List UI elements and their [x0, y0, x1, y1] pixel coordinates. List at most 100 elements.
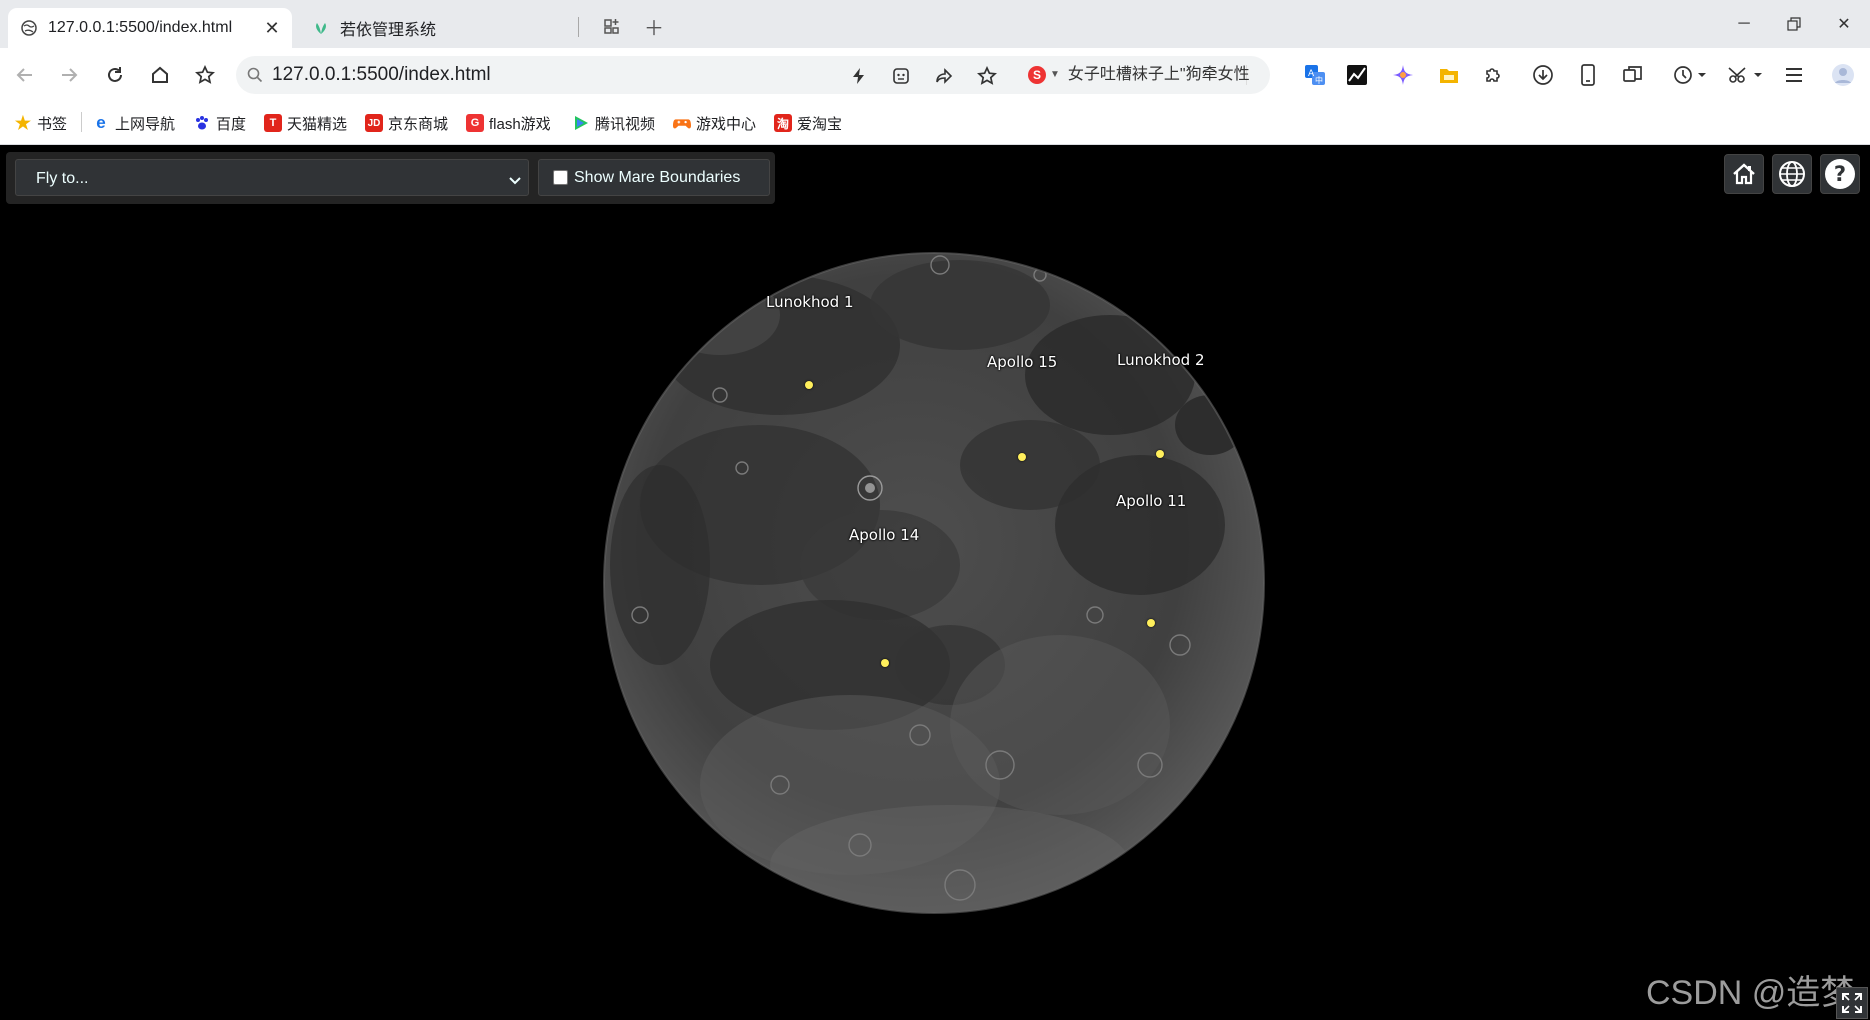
back-icon[interactable] [10, 60, 40, 90]
cesium-viewer[interactable]: Lunokhod 1 Apollo 15 Lunokhod 2 Apollo 11 Ap… [0, 145, 1870, 1020]
sogou-logo-icon: S [1028, 66, 1046, 84]
lightning-icon[interactable] [848, 65, 870, 87]
landing-site-marker[interactable] [1147, 619, 1155, 627]
bookmark-item[interactable]: 百度 [193, 111, 246, 135]
landing-site-label[interactable]: Apollo 11 [1116, 492, 1186, 510]
restore-icon[interactable] [1774, 8, 1814, 40]
tab-ruoyi[interactable]: 若依管理系统 [300, 8, 580, 48]
landing-site-marker[interactable] [1018, 453, 1026, 461]
svg-text:中: 中 [1315, 75, 1323, 85]
address-bar[interactable]: 127.0.0.1:5500/index.html S ▼ 女子吐槽袜子上"狗牵… [236, 56, 1270, 94]
download-icon[interactable] [1530, 62, 1556, 88]
forward-icon[interactable] [54, 60, 84, 90]
bookmark-label: 上网导航 [115, 115, 176, 133]
mobile-icon[interactable] [1575, 62, 1601, 88]
window-switch-icon[interactable] [1620, 62, 1646, 88]
screenshot-scissors-icon[interactable] [1724, 62, 1768, 88]
search-icon [246, 66, 264, 89]
tmall-icon: T [264, 114, 282, 132]
minimize-icon[interactable]: ─ [1724, 8, 1764, 40]
landing-site-marker[interactable] [1156, 450, 1164, 458]
bookmark-item[interactable]: G flash游戏 [466, 111, 551, 135]
ie-icon: e [96, 113, 106, 132]
tencent-video-icon [572, 114, 590, 132]
help-icon: ? [1825, 159, 1855, 189]
home-icon [1733, 163, 1755, 185]
bookmark-item[interactable]: e 上网导航 [92, 111, 175, 135]
landing-site-label[interactable]: Lunokhod 2 [1117, 351, 1205, 369]
bookmark-item[interactable]: 腾讯视频 [572, 111, 655, 135]
tab-groups-icon[interactable] [598, 12, 626, 40]
landing-site-marker[interactable] [805, 381, 813, 389]
landing-site-label[interactable]: Lunokhod 1 [766, 293, 854, 311]
baidu-paw-icon [193, 114, 211, 132]
watermark: CSDN @造梦 [1646, 974, 1855, 1012]
reload-icon[interactable] [100, 60, 130, 90]
svg-text:A: A [1308, 69, 1315, 79]
mare-label: Show Mare Boundaries [574, 168, 741, 186]
bookmark-label: 游戏中心 [696, 115, 757, 133]
browser-toolbar: 127.0.0.1:5500/index.html S ▼ 女子吐槽袜子上"狗牵… [0, 48, 1870, 102]
home-view-button[interactable] [1724, 154, 1764, 194]
tab-index[interactable]: 127.0.0.1:5500/index.html ✕ [8, 8, 292, 48]
bookmarks-divider [81, 112, 82, 132]
fullscreen-button[interactable] [1836, 987, 1868, 1019]
ai-sparkle-ext-icon[interactable] [1390, 62, 1416, 88]
translate-icon[interactable] [890, 65, 912, 87]
bookmark-label: 腾讯视频 [595, 115, 656, 133]
favorite-star-icon[interactable] [976, 65, 998, 87]
tab-strip: 127.0.0.1:5500/index.html ✕ 若依管理系统 ＋ ─ ✕ [0, 0, 1870, 48]
news-headline: 女子吐槽袜子上"狗牵女性 [1067, 66, 1250, 83]
avatar[interactable] [1830, 62, 1856, 88]
bookmark-label: 爱淘宝 [797, 115, 843, 133]
tab-title: 若依管理系统 [340, 22, 437, 39]
news-ticker[interactable]: S ▼ 女子吐槽袜子上"狗牵女性 [1028, 56, 1250, 94]
moon-globe[interactable] [0, 145, 1870, 1020]
translate-ext-icon[interactable]: A中 [1302, 62, 1328, 88]
flyto-select[interactable]: Fly to... [15, 159, 529, 196]
bookmark-item[interactable]: JD 京东商城 [365, 111, 448, 135]
url-text: 127.0.0.1:5500/index.html [272, 64, 491, 85]
tab-title: 127.0.0.1:5500/index.html [48, 19, 233, 36]
share-icon[interactable] [933, 65, 955, 87]
stock-chart-ext-icon[interactable] [1344, 62, 1370, 88]
bookmark-item[interactable]: 淘 爱淘宝 [774, 111, 842, 135]
svg-text:?: ? [1834, 162, 1846, 186]
copernicus-crater [865, 483, 875, 493]
bookmark-label: 京东商城 [388, 115, 449, 133]
globe-favicon-icon [20, 19, 38, 37]
bookmark-item[interactable]: ★ 书签 [14, 111, 67, 135]
jd-icon: JD [365, 114, 383, 132]
landing-site-label[interactable]: Apollo 14 [849, 526, 919, 544]
navigation-help-button[interactable]: ? [1820, 154, 1860, 194]
close-window-icon[interactable]: ✕ [1824, 8, 1864, 40]
toolbar-panel: Fly to... Show Mare Boundaries [6, 152, 775, 204]
new-tab-icon[interactable]: ＋ [640, 12, 668, 40]
extensions-puzzle-icon[interactable] [1480, 62, 1506, 88]
game-center-icon [673, 114, 691, 132]
close-tab-icon[interactable]: ✕ [260, 16, 284, 40]
landing-site-label[interactable]: Apollo 15 [987, 353, 1057, 371]
leaf-favicon-icon [312, 19, 330, 37]
tab-divider [578, 17, 579, 37]
landing-site-marker[interactable] [881, 659, 889, 667]
bookmark-item[interactable]: 游戏中心 [673, 111, 756, 135]
bookmark-item[interactable]: T 天猫精选 [264, 111, 347, 135]
fullscreen-icon [1842, 993, 1862, 1013]
caret-down-icon: ▼ [1050, 69, 1060, 80]
flyto-label: Fly to... [36, 170, 89, 187]
taobao-icon: 淘 [774, 114, 792, 132]
bookmark-label: flash游戏 [489, 115, 551, 133]
scene-mode-button[interactable] [1772, 154, 1812, 194]
home-icon[interactable] [145, 60, 175, 90]
flash-game-icon: G [466, 114, 484, 132]
bookmark-star-icon[interactable] [190, 60, 220, 90]
history-icon[interactable] [1668, 62, 1712, 88]
mare-boundaries-toggle[interactable]: Show Mare Boundaries [538, 159, 770, 196]
star-icon: ★ [14, 112, 32, 133]
menu-icon[interactable] [1781, 62, 1807, 88]
folder-ext-icon[interactable] [1436, 62, 1462, 88]
chevron-down-icon [508, 161, 522, 201]
bookmarks-bar: ★ 书签 e 上网导航 百度 T 天猫精选 JD 京东商城 G flash游戏 … [0, 102, 1870, 145]
mare-checkbox[interactable] [553, 170, 568, 185]
